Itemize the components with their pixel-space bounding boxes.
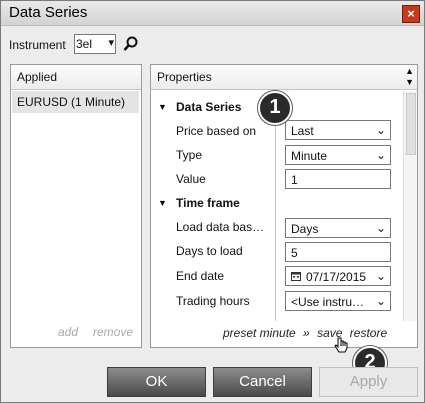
instrument-select[interactable]: 3el ▾: [74, 34, 116, 54]
applied-header: Applied: [11, 65, 141, 90]
restore-link[interactable]: restore: [350, 326, 387, 340]
hand-cursor-icon: [334, 337, 348, 353]
type-select[interactable]: Minute ⌄: [285, 145, 391, 165]
dialog-title: Data Series: [9, 4, 88, 21]
instrument-value: 3el: [76, 37, 93, 51]
scroll-up-icon[interactable]: ▲: [405, 66, 414, 76]
add-link[interactable]: add: [58, 325, 78, 339]
days-to-load-input[interactable]: 5: [285, 242, 391, 262]
chevron-down-icon: ⌄: [375, 148, 386, 162]
remove-link[interactable]: remove: [93, 325, 133, 339]
applied-header-label: Applied: [17, 70, 58, 84]
cancel-button[interactable]: Cancel: [213, 367, 312, 397]
select-value: Last: [291, 124, 314, 138]
search-icon[interactable]: [123, 36, 139, 52]
title-bar: Data Series ×: [1, 1, 424, 26]
chevron-down-icon: ▾: [108, 37, 114, 49]
preset-link[interactable]: preset minute: [223, 326, 296, 340]
calendar-icon: [291, 272, 301, 281]
input-value: 1: [291, 173, 298, 187]
properties-header-label: Properties: [157, 70, 212, 84]
select-value: Minute: [291, 149, 328, 163]
collapse-triangle-icon[interactable]: ▼: [158, 198, 167, 208]
value-input[interactable]: 1: [285, 169, 391, 189]
select-value: <Use instru…: [291, 295, 365, 309]
property-label: Days to load: [176, 244, 243, 258]
section-title: Data Series: [176, 100, 242, 114]
input-value: 5: [291, 246, 298, 260]
load-data-based-on-select[interactable]: Days ⌄: [285, 218, 391, 238]
properties-header: Properties ▲ ▼: [151, 65, 417, 90]
property-label: Trading hours: [176, 294, 250, 308]
section-time-frame[interactable]: ▼ Time frame: [152, 191, 400, 215]
collapse-triangle-icon[interactable]: ▼: [158, 102, 167, 112]
chevron-down-icon: ⌄: [375, 221, 386, 235]
property-label: Price based on: [176, 124, 257, 138]
template-links: preset minute » save restore: [223, 326, 387, 340]
chevron-down-icon: ⌄: [375, 269, 386, 283]
apply-button[interactable]: Apply: [319, 367, 418, 397]
end-date-picker[interactable]: 07/17/2015 ⌄: [285, 266, 391, 286]
property-label: Type: [176, 148, 203, 162]
ok-button[interactable]: OK: [107, 367, 206, 397]
applied-series-label: EURUSD (1 Minute): [17, 95, 126, 109]
properties-scrollbar[interactable]: [403, 91, 417, 321]
applied-series-item[interactable]: EURUSD (1 Minute): [12, 91, 139, 113]
property-label: Value: [176, 172, 206, 186]
applied-panel: Applied EURUSD (1 Minute) add remove: [10, 64, 142, 348]
chevron-down-icon: ⌄: [375, 123, 386, 137]
separator: »: [303, 326, 310, 340]
trading-hours-select[interactable]: <Use instru… ⌄: [285, 291, 391, 311]
data-series-dialog: Data Series × Instrument 3el ▾ Applied E…: [0, 0, 425, 403]
property-label: End date: [176, 269, 225, 283]
property-label: Load data bas…: [176, 220, 265, 234]
date-value: 07/17/2015: [306, 270, 367, 284]
scroll-down-icon[interactable]: ▼: [405, 77, 414, 87]
step-badge-1: 1: [258, 91, 292, 125]
section-title: Time frame: [176, 196, 240, 210]
scrollbar-thumb[interactable]: [406, 93, 416, 155]
close-button[interactable]: ×: [402, 5, 420, 23]
instrument-label: Instrument: [9, 38, 66, 52]
chevron-down-icon: ⌄: [375, 294, 386, 308]
price-based-on-select[interactable]: Last ⌄: [285, 120, 391, 140]
select-value: Days: [291, 222, 319, 236]
